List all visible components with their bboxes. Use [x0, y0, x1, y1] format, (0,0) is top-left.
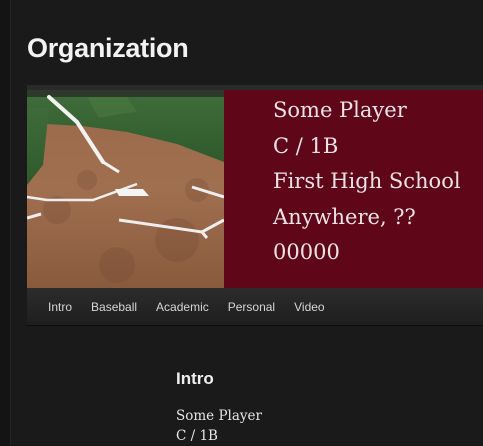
- page-title: Organization: [27, 33, 189, 63]
- player-hero-banner: Some Player C / 1B First High School Any…: [27, 85, 483, 288]
- player-location: Anywhere, ??: [273, 204, 416, 229]
- nav-item-intro[interactable]: Intro: [48, 300, 72, 314]
- nav-item-baseball[interactable]: Baseball: [91, 300, 137, 314]
- player-zip: 00000: [273, 240, 340, 264]
- intro-line: Some Player: [176, 408, 262, 424]
- nav-item-personal[interactable]: Personal: [228, 300, 275, 314]
- player-positions: C / 1B: [273, 133, 339, 158]
- player-school: First High School: [273, 169, 461, 193]
- player-name: Some Player: [273, 98, 407, 122]
- nav-item-video[interactable]: Video: [294, 300, 324, 314]
- baseball-field-photo: [27, 90, 224, 288]
- intro-heading: Intro: [176, 369, 214, 388]
- player-info: Some Player C / 1B First High School Any…: [273, 93, 461, 271]
- intro-text: Some Player C / 1B: [176, 406, 262, 446]
- intro-line: C / 1B: [176, 428, 218, 444]
- section-nav: Intro Baseball Academic Personal Video: [27, 288, 483, 326]
- nav-item-academic[interactable]: Academic: [156, 300, 209, 314]
